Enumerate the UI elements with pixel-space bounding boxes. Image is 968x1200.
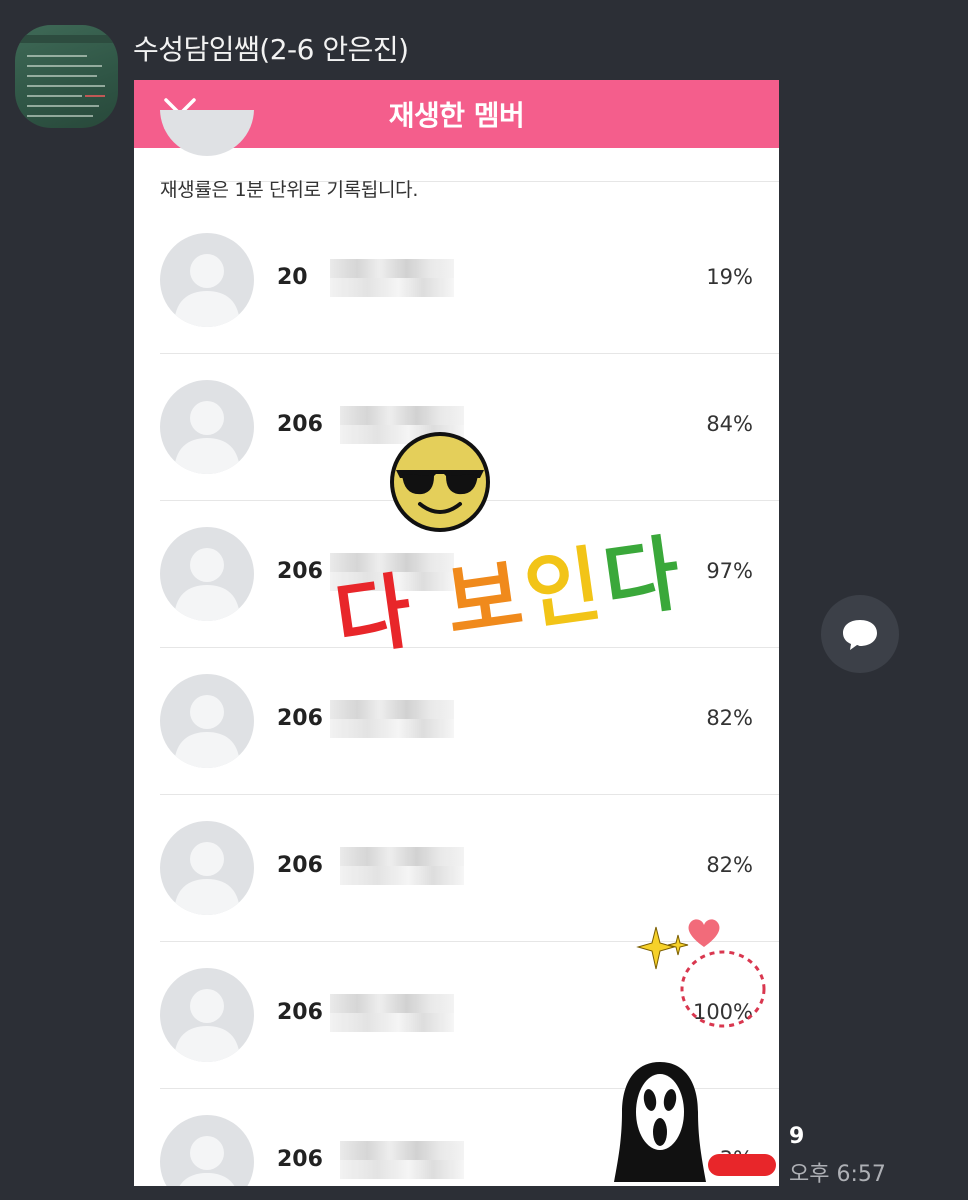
sender-name: 수성담임쌤(2-6 안은진) <box>133 33 409 66</box>
heart-icon <box>688 919 720 947</box>
member-id: 206 <box>277 1147 323 1172</box>
blurred-name <box>330 994 454 1032</box>
member-id: 206 <box>277 853 323 878</box>
member-avatar-icon <box>160 821 254 915</box>
member-avatar-icon <box>160 380 254 474</box>
member-avatar-icon <box>160 1115 254 1186</box>
play-rate-note: 재생률은 1분 단위로 기록됩니다. <box>160 179 419 201</box>
member-id: 206 <box>277 706 323 731</box>
play-rate: 84% <box>706 412 753 436</box>
sticker-char: 다 <box>329 563 422 669</box>
blurred-name <box>340 1141 464 1179</box>
member-avatar-icon <box>160 527 254 621</box>
member-id: 206 <box>277 559 323 584</box>
message-time: 오후 6:57 <box>789 1162 886 1187</box>
sticker-char: 다 <box>597 525 690 631</box>
member-id: 20 <box>277 265 308 290</box>
unread-count: 9 <box>789 1124 805 1149</box>
dashed-circle-highlight <box>680 950 766 1028</box>
comment-button[interactable] <box>821 595 899 673</box>
red-underline-mark <box>708 1154 776 1176</box>
sticker-char: 인 <box>519 536 612 642</box>
play-rate: 19% <box>706 265 753 289</box>
blurred-name <box>340 847 464 885</box>
speech-bubble-icon <box>843 620 877 650</box>
sender-avatar[interactable] <box>15 25 118 128</box>
sticker-char: 보 <box>440 547 533 653</box>
member-avatar-icon <box>160 233 254 327</box>
scream-mask-sticker <box>614 1062 706 1182</box>
member-row[interactable]: 206 82% <box>160 648 779 795</box>
play-rate: 82% <box>706 706 753 730</box>
member-avatar-icon <box>160 674 254 768</box>
blurred-name <box>330 700 454 738</box>
blurred-name <box>330 259 454 297</box>
shared-screenshot[interactable]: 재생한 멤버 재생률은 1분 단위로 기록됩니다. 20 19% 206 84% 206… <box>134 80 779 1186</box>
member-id: 206 <box>277 1000 323 1025</box>
member-avatar-icon <box>160 968 254 1062</box>
partial-avatar <box>160 110 254 156</box>
member-id: 206 <box>277 412 323 437</box>
play-rate: 82% <box>706 853 753 877</box>
member-row[interactable]: 20 19% <box>160 207 779 354</box>
play-rate: 97% <box>706 559 753 583</box>
sunglasses-emoji-sticker <box>390 432 490 532</box>
